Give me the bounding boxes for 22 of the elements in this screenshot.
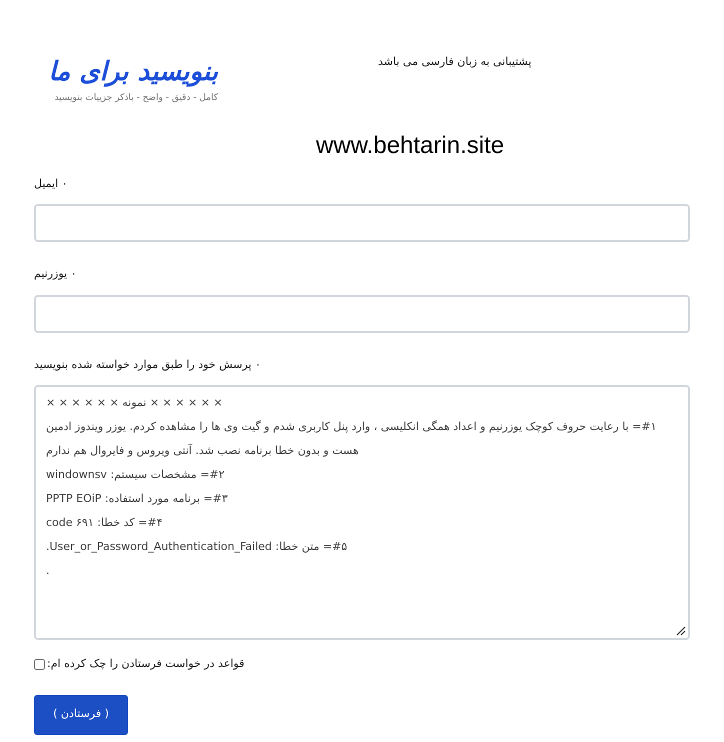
message-line: #۴= کد خطا: code ۶۹۱ [46,515,162,531]
message-line: هست و بدون خطا برنامه نصب شد. آنتی ویروس و فایروال هم ندارم [46,442,359,459]
message-line: #۱= با رعایت حروف کوچک یوزرنیم و اعداد همگی انکلیسی ، وارد پنل کاربری شدم و گیت وی ها را مشاهده کردم. یوزر ویندوز ادمین [46,419,656,435]
agreement-label: قواعد در خواست فرستادن را چک کرده ام: [47,656,244,672]
message-line: #۲= مشخصات سیستم: windownsv [46,467,225,483]
input-field[interactable] [34,204,690,242]
message-line: #۵= متن خطا: User_or_Password_Authentication_Failed. [46,539,348,555]
message-field[interactable] [34,385,690,640]
support-note: پشتیبانی به زبان فارسی می باشد [378,54,532,70]
field-label: ۰ پرسش خود را طبق موارد خواسته شده بنویسید [34,356,261,373]
input-field[interactable] [34,294,690,332]
message-line: #۳= برنامه مورد استفاده: PPTP EOiP [46,491,228,507]
resize-handle-icon[interactable] [674,624,686,636]
field-label: ۰ یوزرنیم [34,266,76,282]
message-line: . [46,563,50,579]
field-label: ۰ ایمیل [34,176,68,192]
agreement-checkbox[interactable] [34,658,45,670]
tagline: کامل - دقیق - واضح - باذکر جزییات بنویسید [54,92,218,105]
logo: بنویسید برای ما [48,56,218,89]
message-line: × × × × × × نمونه × × × × × × [46,395,223,411]
submit-button[interactable]: ( فرستادن ) [34,694,128,734]
site-title: www.behtarin.site [316,130,504,160]
